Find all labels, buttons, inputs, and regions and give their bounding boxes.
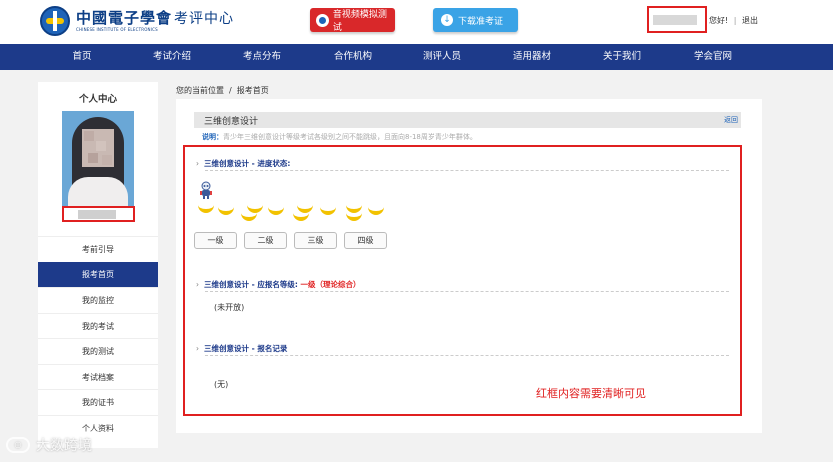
download-ticket-label: 下载准考证 [458,16,504,27]
back-link[interactable]: 返回 [724,115,738,125]
record-status: (无) [214,380,229,389]
personal-center-sidebar: 个人中心 考前引导 报考首页 我的监控 我的考试 我的测试 考试档案 我的证书 … [38,82,158,448]
sidebar-title: 个人中心 [78,94,117,105]
nav-item-equipment[interactable]: 适用器材 [502,44,562,70]
apply-status: (未开放) [214,303,245,312]
chevron-right-icon: › [196,159,199,168]
watermark: ◎ 大数跨境 [6,435,92,455]
progress-heading: › 三维创意设计 - 进度状态: [196,159,291,168]
sidebar-item-my-monitoring[interactable]: 我的监控 [38,287,158,312]
breadcrumb-page: 报考首页 [236,86,269,95]
robot-mascot-icon [200,181,212,199]
sidebar-item-my-exams[interactable]: 我的考试 [38,313,158,338]
breadcrumb: 您的当前位置 / 报考首页 [176,86,269,95]
watermark-logo-icon: ◎ [6,437,30,453]
nav-item-partners[interactable]: 合作机构 [323,44,383,70]
sidebar-item-registration-home[interactable]: 报考首页 [38,262,158,287]
nav-item-home[interactable]: 首页 [52,44,112,70]
audio-video-test-button[interactable]: 音视频模拟测试 [310,8,395,33]
download-ticket-button[interactable]: ↓ 下载准考证 [433,8,518,32]
divider [205,291,729,292]
nav-item-about[interactable]: 关于我们 [592,44,652,70]
note-text: 青少年三维创意设计等级考试各级别之间不能跳级，且面向8-18周岁青少年群体。 [223,133,477,141]
logo-suffix: 考评中心 [174,10,235,27]
sidebar-item-exam-records[interactable]: 考试档案 [38,364,158,389]
level-4-button[interactable]: 四级 [344,232,387,249]
avatar [62,111,134,207]
sidebar-item-my-certificates[interactable]: 我的证书 [38,389,158,414]
section-header: 三维创意设计 返回 [194,112,741,128]
level-1-button[interactable]: 一级 [194,232,237,249]
apply-level-value: 一级（理论综合） [300,280,361,289]
username-highlight-box [647,6,707,33]
main-nav: 首页 考试介绍 考点分布 合作机构 测评人员 适用器材 关于我们 学会官网 [0,44,833,70]
audio-video-test-label: 音视频模拟测试 [332,10,387,33]
blurred-name [78,210,116,219]
chevron-right-icon: › [196,280,199,289]
note-label: 说明： [202,133,223,141]
name-highlight-box [62,206,135,222]
level-2-button[interactable]: 二级 [244,232,287,249]
section-title: 三维创意设计 [204,117,259,127]
divider [205,170,729,171]
nav-item-evaluators[interactable]: 测评人员 [412,44,472,70]
watermark-text: 大数跨境 [36,438,92,454]
chevron-right-icon: › [196,344,199,353]
logo-english-name: CHINESE INSTITUTE OF ELECTRONICS [76,26,158,32]
nav-item-exam-sites[interactable]: 考点分布 [232,44,292,70]
download-icon: ↓ [441,14,453,26]
logo-chinese-name: 中國電子學會 [76,8,173,27]
sidebar-item-my-tests[interactable]: 我的测试 [38,338,158,363]
nav-item-official-site[interactable]: 学会官网 [683,44,743,70]
logout-link[interactable]: 退出 [742,16,758,25]
site-logo[interactable]: 中國電子學會 考评中心 CHINESE INSTITUTE OF ELECTRON… [40,6,234,36]
society-emblem-icon [40,6,70,36]
registration-record-heading: › 三维创意设计 - 报名记录 [196,344,288,353]
camera-icon [316,13,329,27]
apply-level-heading: › 三维创意设计 - 应报名等级: 一级（理论综合） [196,280,361,289]
user-greeting: 您好! | 退出 [709,16,759,25]
section-note: 说明：青少年三维创意设计等级考试各级别之间不能跳级，且面向8-18周岁青少年群体… [202,132,477,142]
site-header: 中國電子學會 考评中心 CHINESE INSTITUTE OF ELECTRON… [0,0,833,44]
greeting-text: 您好! [709,16,729,25]
blurred-username [653,15,697,25]
annotation-text: 红框内容需要清晰可见 [536,387,646,400]
breadcrumb-current-label: 您的当前位置 [176,86,224,95]
divider [205,355,729,356]
sidebar-item-pre-exam-guide[interactable]: 考前引导 [38,236,158,261]
nav-item-exam-intro[interactable]: 考试介绍 [142,44,202,70]
level-3-button[interactable]: 三级 [294,232,337,249]
